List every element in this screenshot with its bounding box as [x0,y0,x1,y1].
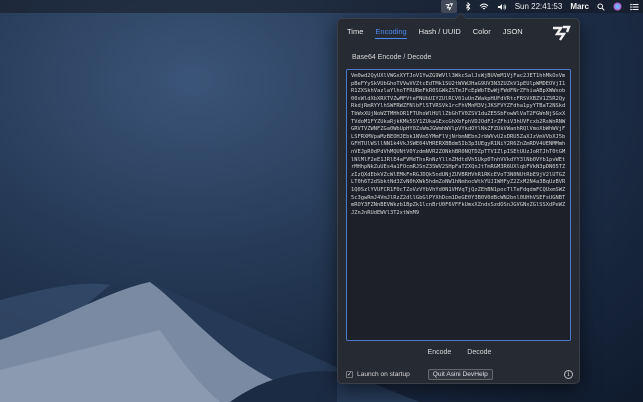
action-buttons: Encode Decode [338,349,581,356]
clock-text[interactable]: Sun 22:41:53 [515,0,563,13]
tab-encoding[interactable]: Encoding [375,27,407,39]
tab-time[interactable]: Time [347,27,363,39]
app-logo-icon [551,25,571,46]
bluetooth-icon[interactable] [465,0,471,13]
wifi-icon[interactable] [479,0,489,13]
tab-color[interactable]: Color [473,27,491,39]
siri-icon[interactable] [613,0,622,13]
search-icon[interactable] [597,0,605,13]
tab-json[interactable]: JSON [503,27,523,39]
quit-button[interactable]: Quit Asini DevHelp [427,368,493,380]
base64-text-area[interactable]: Vm0wd2QyUXlVWGxXYTJoV1YwZG9WVll3WkcSalJs… [346,69,571,341]
panel-footer: ✓ Launch on startup Quit Asini DevHelp i [346,368,573,380]
tab-hash-uuid[interactable]: Hash / UUID [419,27,461,39]
decode-button[interactable]: Decode [467,349,491,356]
tab-bar: Time Encoding Hash / UUID Color JSON [347,27,535,39]
menu-bar: Sun 22:41:53 Marc [0,0,643,13]
user-name[interactable]: Marc [570,0,589,13]
devhelp-app-icon[interactable] [440,0,457,13]
launch-on-startup-label: Launch on startup [357,370,410,378]
launch-on-startup-checkbox[interactable]: ✓ [346,370,353,378]
popover-arrow [455,13,467,19]
encode-button[interactable]: Encode [428,349,452,356]
notification-center-icon[interactable] [630,0,639,13]
checkmark-icon: ✓ [346,371,353,378]
volume-icon[interactable] [497,0,507,13]
section-title: Base64 Encode / Decode [352,54,432,61]
info-icon[interactable]: i [564,369,573,379]
devhelp-popover: Time Encoding Hash / UUID Color JSON Bas… [337,13,581,384]
